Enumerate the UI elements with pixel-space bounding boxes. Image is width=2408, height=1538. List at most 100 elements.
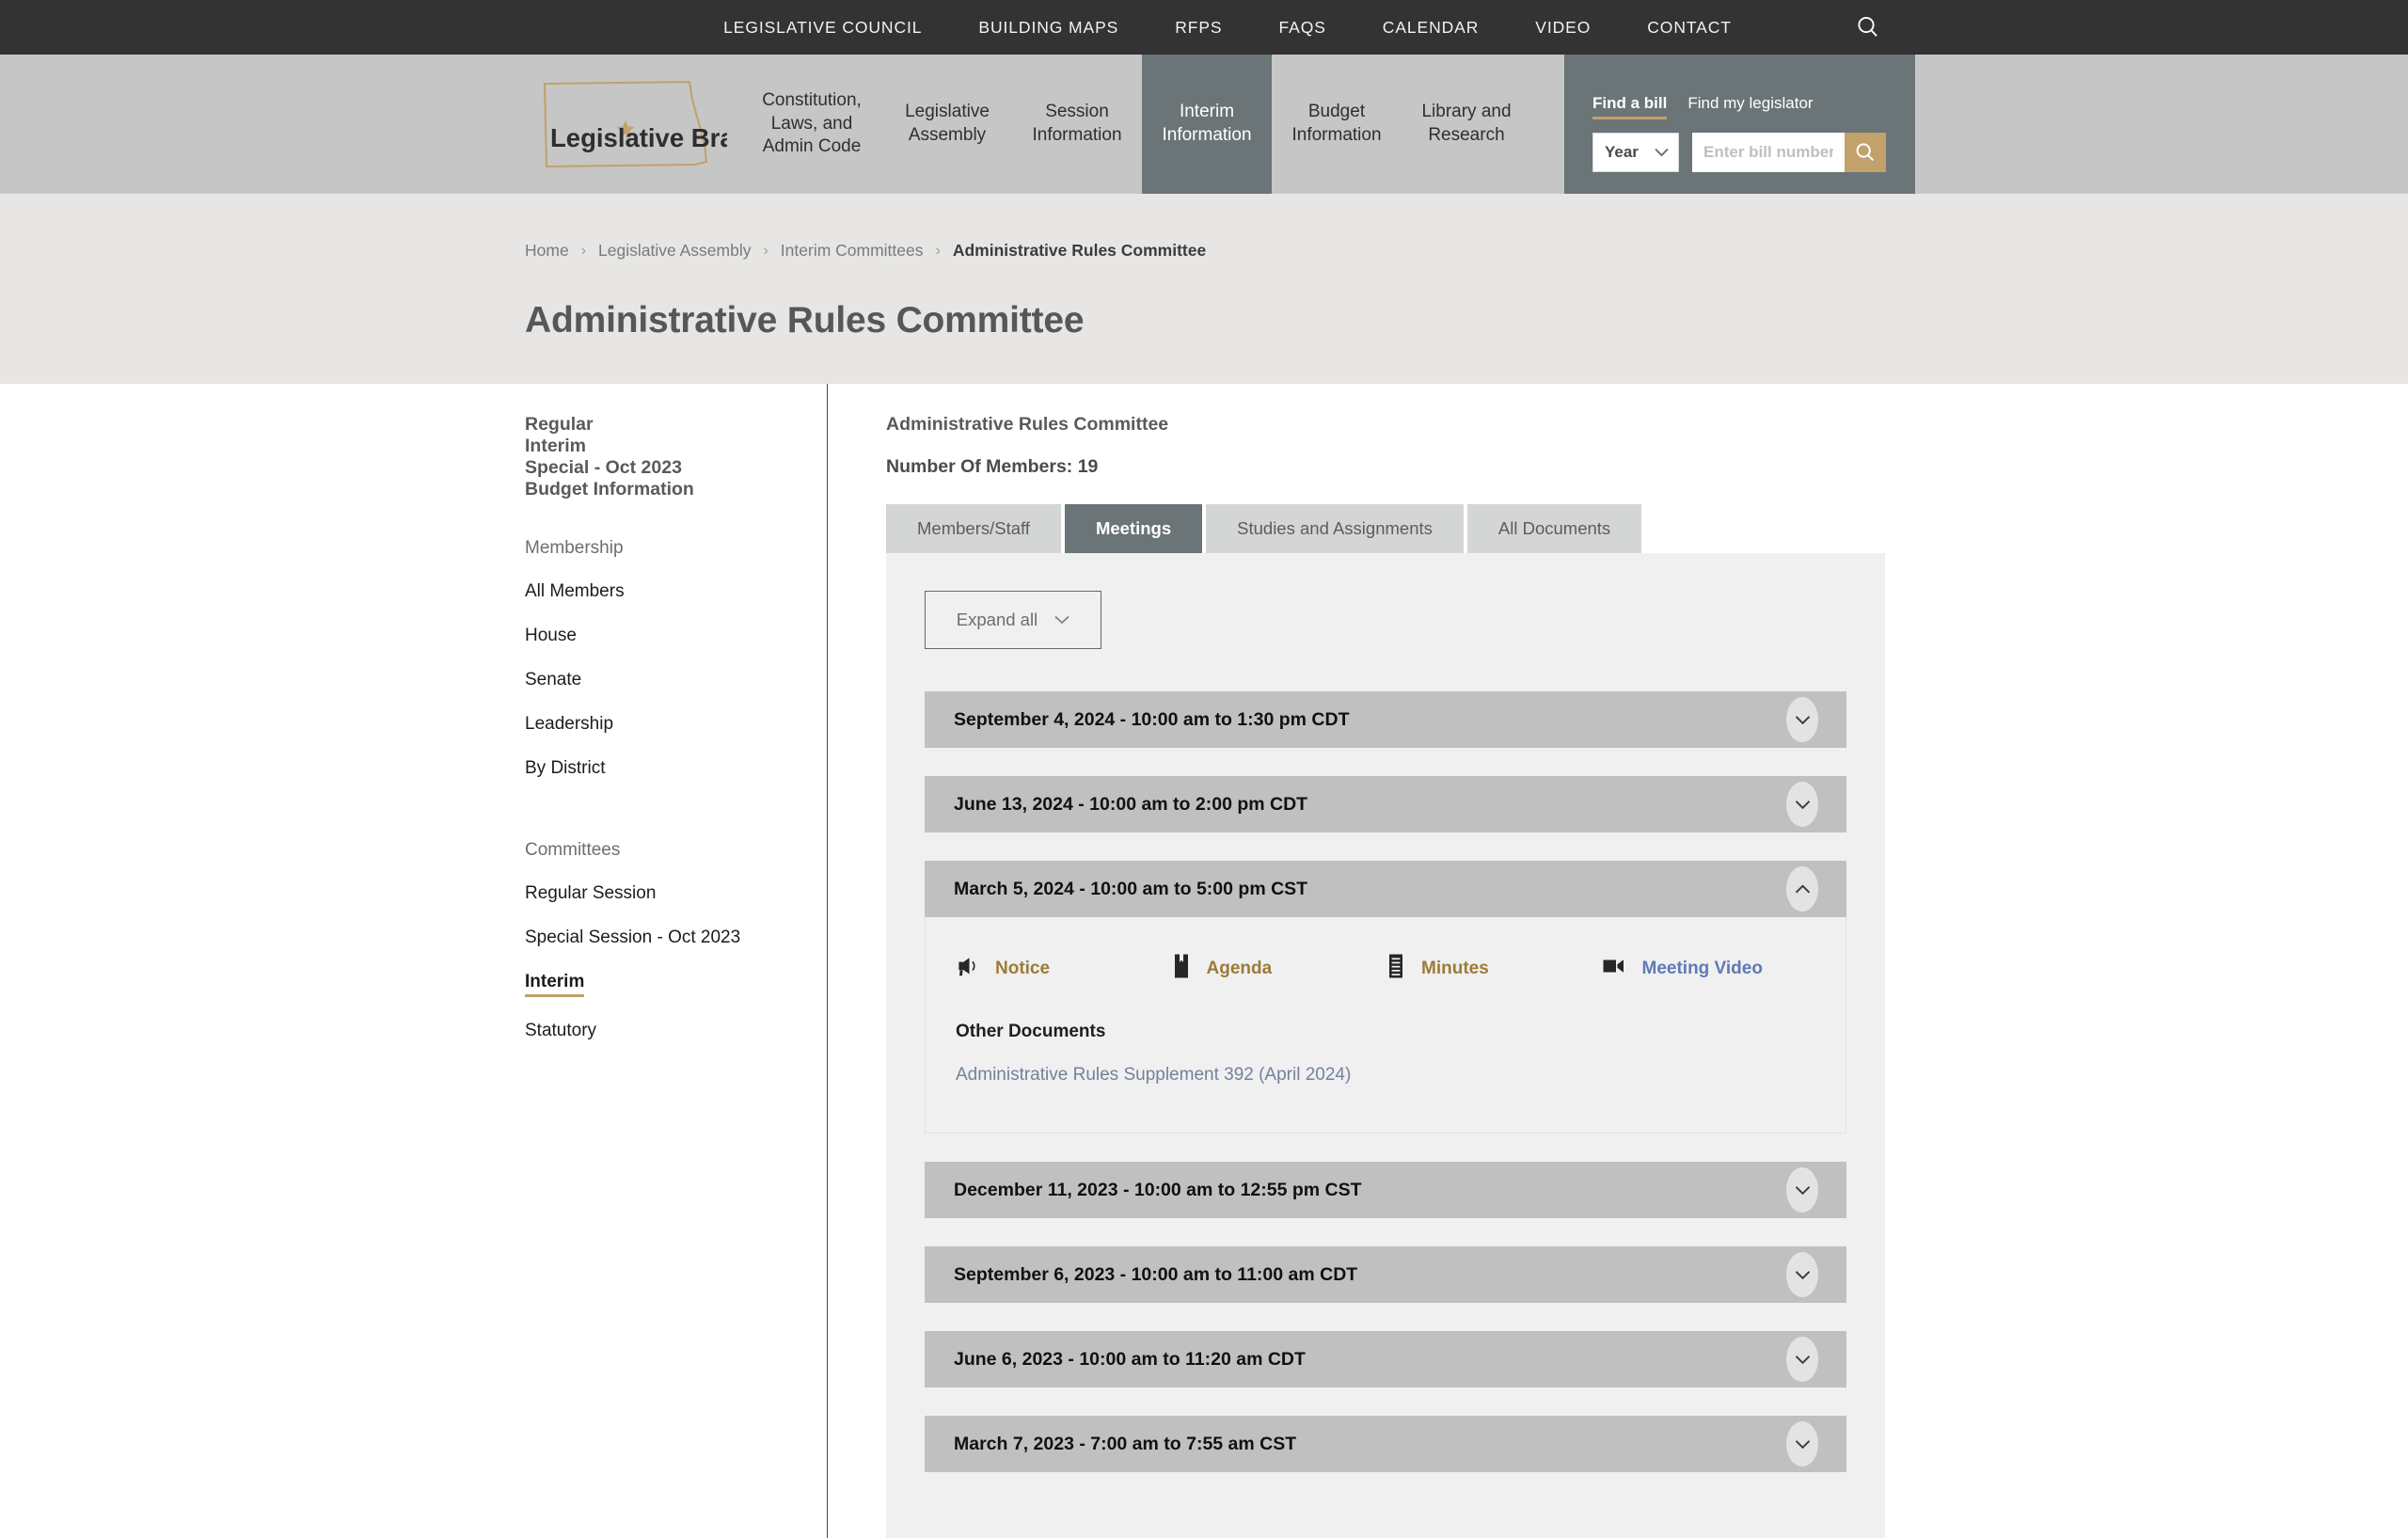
- nav-item-interim-information[interactable]: Interim Information: [1142, 55, 1272, 194]
- chevron-down-icon[interactable]: [1786, 697, 1818, 742]
- sidebar-item-interim[interactable]: Interim: [525, 436, 586, 456]
- top-utility-nav: LEGISLATIVE COUNCIL BUILDING MAPS RFPS F…: [723, 18, 1732, 38]
- minutes-link[interactable]: Minutes: [1386, 953, 1601, 984]
- expand-all-label: Expand all: [956, 610, 1038, 629]
- chevron-down-icon[interactable]: [1786, 1167, 1818, 1213]
- meeting-header[interactable]: March 7, 2023 - 7:00 am to 7:55 am CST: [925, 1416, 1846, 1472]
- sidebar-item-special-oct-2023[interactable]: Special - Oct 2023: [525, 457, 682, 478]
- tab-members-staff[interactable]: Members/Staff: [886, 504, 1061, 553]
- list-item: September 6, 2023 - 10:00 am to 11:00 am…: [925, 1246, 1846, 1303]
- sidebar-item-regular[interactable]: Regular: [525, 414, 594, 435]
- sidebar-item-by-district[interactable]: By District: [525, 758, 606, 779]
- breadcrumb-item-current: Administrative Rules Committee: [952, 241, 1207, 260]
- page-body: Regular Interim Special - Oct 2023 Budge…: [0, 384, 2408, 1538]
- site-logo[interactable]: Legislative Branch: [525, 55, 741, 194]
- sidebar-item-all-members[interactable]: All Members: [525, 581, 625, 602]
- megaphone-icon: [956, 955, 980, 982]
- agenda-link[interactable]: Agenda: [1171, 953, 1386, 984]
- meeting-details: Notice Agenda Minutes Meeting Video Othe…: [925, 917, 1846, 1134]
- sidebar-item-special-session-oct-2023[interactable]: Special Session - Oct 2023: [525, 928, 740, 948]
- meeting-header[interactable]: June 6, 2023 - 10:00 am to 11:20 am CDT: [925, 1331, 1846, 1387]
- list-item: December 11, 2023 - 10:00 am to 12:55 pm…: [925, 1162, 1846, 1218]
- other-document-link[interactable]: Administrative Rules Supplement 392 (Apr…: [956, 1065, 1351, 1085]
- breadcrumb-item-interim-committees[interactable]: Interim Committees: [781, 241, 924, 261]
- sidebar-item-interim-committees[interactable]: Interim: [525, 972, 585, 997]
- nav-item-legislative-assembly[interactable]: Legislative Assembly: [882, 55, 1012, 194]
- tab-meetings[interactable]: Meetings: [1064, 504, 1203, 553]
- nav-item-constitution-laws-admin-code[interactable]: Constitution, Laws, and Admin Code: [741, 55, 882, 194]
- page-title: Administrative Rules Committee: [525, 300, 1085, 341]
- sidebar-item-house[interactable]: House: [525, 626, 577, 646]
- search-icon[interactable]: [1851, 10, 1885, 44]
- tab-studies-and-assignments[interactable]: Studies and Assignments: [1206, 504, 1464, 553]
- chevron-down-icon[interactable]: [1786, 1421, 1818, 1467]
- breadcrumb-item-legislative-assembly[interactable]: Legislative Assembly: [598, 241, 751, 261]
- meeting-title: September 6, 2023 - 10:00 am to 11:00 am…: [954, 1263, 1358, 1285]
- chevron-down-icon[interactable]: [1786, 1252, 1818, 1297]
- meeting-video-link[interactable]: Meeting Video: [1601, 956, 1816, 981]
- meeting-title: December 11, 2023 - 10:00 am to 12:55 pm…: [954, 1179, 1362, 1200]
- committee-name: Administrative Rules Committee: [886, 414, 1169, 435]
- find-a-bill-tabs: Find a bill Find my legislator: [1592, 94, 1887, 119]
- notice-label: Notice: [995, 958, 1051, 978]
- bill-number-input[interactable]: [1692, 133, 1845, 172]
- meeting-header-expanded[interactable]: March 5, 2024 - 10:00 am to 5:00 pm CST: [925, 861, 1846, 917]
- site-header: Legislative Branch Constitution, Laws, a…: [0, 55, 2408, 194]
- meetings-panel: Expand all September 4, 2024 - 10:00 am …: [886, 553, 1885, 1538]
- meeting-header[interactable]: September 4, 2024 - 10:00 am to 1:30 pm …: [925, 691, 1846, 748]
- meeting-header[interactable]: December 11, 2023 - 10:00 am to 12:55 pm…: [925, 1162, 1846, 1218]
- sidebar-item-leadership[interactable]: Leadership: [525, 714, 613, 735]
- bill-search-group: [1692, 133, 1886, 172]
- sidebar-item-budget-information[interactable]: Budget Information: [525, 479, 694, 499]
- topbar-link-rfps[interactable]: RFPS: [1175, 18, 1222, 38]
- list-item: March 5, 2024 - 10:00 am to 5:00 pm CST: [925, 861, 1846, 1134]
- topbar-link-video[interactable]: VIDEO: [1535, 18, 1591, 38]
- list-item: June 6, 2023 - 10:00 am to 11:20 am CDT: [925, 1331, 1846, 1387]
- chevron-down-icon: [1655, 148, 1669, 157]
- chevron-down-icon[interactable]: [1786, 1337, 1818, 1382]
- logo-text: Legislative Branch: [550, 123, 727, 152]
- tab-all-documents[interactable]: All Documents: [1466, 504, 1642, 553]
- chevron-down-icon[interactable]: [1786, 782, 1818, 827]
- chevron-right-icon: ›: [580, 242, 587, 259]
- nav-item-session-information[interactable]: Session Information: [1012, 55, 1142, 194]
- breadcrumb-band: Home › Legislative Assembly › Interim Co…: [0, 194, 2408, 384]
- breadcrumb-item-home[interactable]: Home: [525, 241, 569, 261]
- year-select[interactable]: Year: [1592, 133, 1679, 172]
- minutes-label: Minutes: [1421, 958, 1489, 978]
- sidebar-item-statutory[interactable]: Statutory: [525, 1021, 596, 1041]
- meeting-header[interactable]: September 6, 2023 - 10:00 am to 11:00 am…: [925, 1246, 1846, 1303]
- notice-link[interactable]: Notice: [956, 955, 1171, 982]
- sidebar-item-senate[interactable]: Senate: [525, 670, 581, 690]
- list-item: June 13, 2024 - 10:00 am to 2:00 pm CDT: [925, 776, 1846, 832]
- meeting-title: March 5, 2024 - 10:00 am to 5:00 pm CST: [954, 878, 1308, 899]
- tab-find-my-legislator[interactable]: Find my legislator: [1687, 94, 1813, 117]
- meeting-video-label: Meeting Video: [1641, 958, 1763, 978]
- find-a-bill-panel: Find a bill Find my legislator Year: [1564, 55, 1915, 194]
- main-content: Administrative Rules Committee Number Of…: [828, 384, 1885, 1538]
- topbar-link-calendar[interactable]: CALENDAR: [1383, 18, 1480, 38]
- lined-document-icon: [1386, 953, 1406, 984]
- tab-find-a-bill[interactable]: Find a bill: [1592, 94, 1668, 119]
- topbar-link-contact[interactable]: CONTACT: [1647, 18, 1732, 38]
- breadcrumb: Home › Legislative Assembly › Interim Co…: [525, 241, 2408, 261]
- meeting-title: June 13, 2024 - 10:00 am to 2:00 pm CDT: [954, 793, 1308, 815]
- list-item: March 7, 2023 - 7:00 am to 7:55 am CST: [925, 1416, 1846, 1472]
- primary-nav: Constitution, Laws, and Admin Code Legis…: [741, 55, 1531, 194]
- chevron-up-icon[interactable]: [1786, 866, 1818, 912]
- list-item: September 4, 2024 - 10:00 am to 1:30 pm …: [925, 691, 1846, 748]
- expand-all-button[interactable]: Expand all: [925, 591, 1101, 649]
- meeting-document-links: Notice Agenda Minutes Meeting Video: [956, 953, 1815, 984]
- bill-search-button[interactable]: [1845, 133, 1886, 172]
- sidebar-nav: Regular Interim Special - Oct 2023 Budge…: [525, 384, 828, 1538]
- meeting-title: September 4, 2024 - 10:00 am to 1:30 pm …: [954, 708, 1350, 730]
- topbar-link-building-maps[interactable]: BUILDING MAPS: [978, 18, 1118, 38]
- topbar-link-legislative-council[interactable]: LEGISLATIVE COUNCIL: [723, 18, 922, 38]
- nav-item-library-and-research[interactable]: Library and Research: [1402, 55, 1531, 194]
- topbar-link-faqs[interactable]: FAQS: [1279, 18, 1326, 38]
- meeting-header[interactable]: June 13, 2024 - 10:00 am to 2:00 pm CDT: [925, 776, 1846, 832]
- sidebar-item-regular-session[interactable]: Regular Session: [525, 883, 656, 904]
- member-count: Number Of Members: 19: [886, 456, 1099, 477]
- nav-item-budget-information[interactable]: Budget Information: [1272, 55, 1402, 194]
- top-utility-bar: LEGISLATIVE COUNCIL BUILDING MAPS RFPS F…: [0, 0, 2408, 55]
